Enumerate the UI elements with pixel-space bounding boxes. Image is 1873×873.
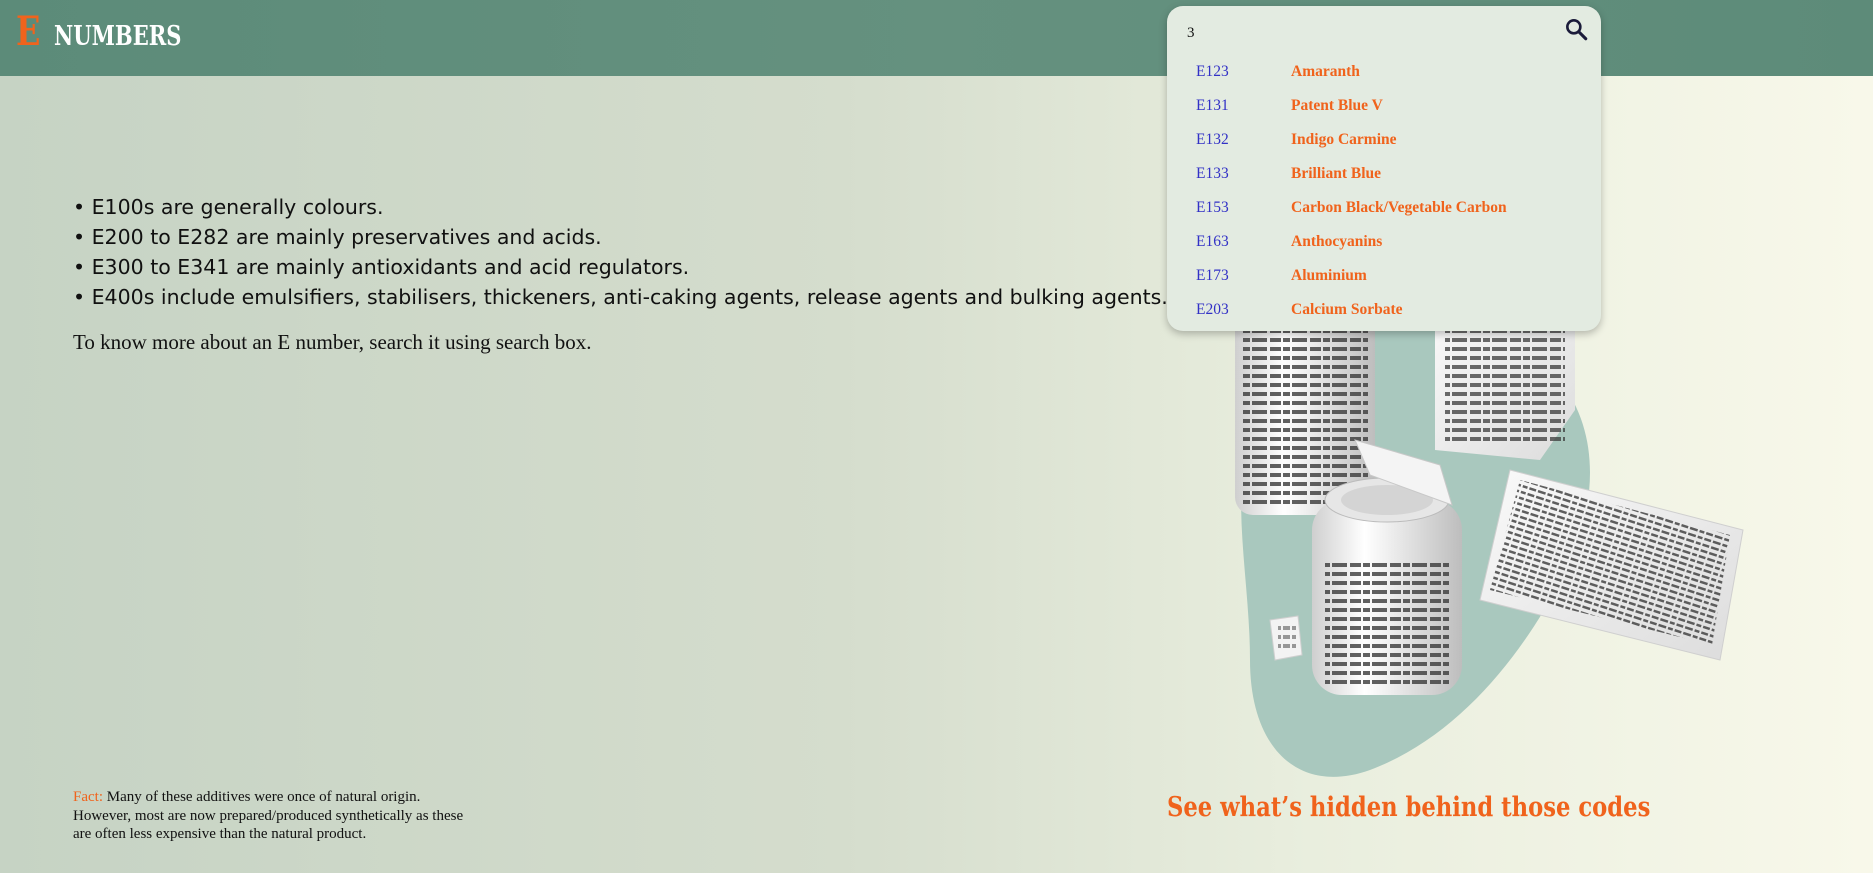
result-name: Calcium Sorbate — [1291, 301, 1403, 318]
intro-bullet: E400s include emulsifiers, stabilisers, … — [73, 282, 1168, 312]
search-result[interactable]: E153 Carbon Black/Vegetable Carbon — [1167, 192, 1601, 226]
search-result[interactable]: E123 Amaranth — [1167, 56, 1601, 90]
search-icon[interactable] — [1563, 16, 1589, 42]
fact-label: Fact: — [73, 789, 103, 805]
result-name: Amaranth — [1291, 63, 1360, 80]
result-code: E132 — [1196, 131, 1229, 148]
result-code: E153 — [1196, 199, 1229, 216]
result-name: Carbon Black/Vegetable Carbon — [1291, 199, 1507, 216]
result-name: Brilliant Blue — [1291, 165, 1381, 182]
result-code: E123 — [1196, 63, 1229, 80]
search-dropdown: E123 Amaranth E131 Patent Blue V E132 In… — [1167, 6, 1601, 331]
result-code: E173 — [1196, 267, 1229, 284]
search-input[interactable] — [1187, 20, 1547, 46]
result-name: Anthocyanins — [1291, 233, 1383, 250]
search-result[interactable]: E133 Brilliant Blue — [1167, 158, 1601, 192]
search-result[interactable]: E173 Aluminium — [1167, 260, 1601, 294]
result-code: E163 — [1196, 233, 1229, 250]
search-result[interactable]: E131 Patent Blue V — [1167, 90, 1601, 124]
result-name: Aluminium — [1291, 267, 1367, 284]
intro-bullet: E300 to E341 are mainly antioxidants and… — [73, 252, 1168, 282]
search-result[interactable]: E163 Anthocyanins — [1167, 226, 1601, 260]
result-code: E131 — [1196, 97, 1229, 114]
search-result[interactable]: E132 Indigo Carmine — [1167, 124, 1601, 158]
intro-bullet: E100s are generally colours. — [73, 192, 1168, 222]
intro-bullet-list: E100s are generally colours. E200 to E28… — [73, 192, 1168, 312]
result-name: Patent Blue V — [1291, 97, 1383, 114]
site-logo[interactable]: E NUMBERS — [16, 8, 217, 64]
search-results-list: E123 Amaranth E131 Patent Blue V E132 In… — [1167, 56, 1601, 328]
search-hint: To know more about an E number, search i… — [73, 330, 592, 354]
search-result[interactable]: E203 Calcium Sorbate — [1167, 294, 1601, 328]
fact-text: Many of these additives were once of nat… — [73, 789, 464, 842]
fact-note: Fact: Many of these additives were once … — [73, 788, 473, 844]
result-code: E133 — [1196, 165, 1229, 182]
intro-bullet: E200 to E282 are mainly preservatives an… — [73, 222, 1168, 252]
result-name: Indigo Carmine — [1291, 131, 1397, 148]
food-packaging-illustration — [1235, 300, 1744, 777]
logo-text: NUMBERS — [54, 21, 182, 52]
tagline: See what’s hidden behind those codes — [1167, 792, 1651, 823]
logo-letter: E — [16, 8, 41, 55]
result-code: E203 — [1196, 301, 1229, 318]
